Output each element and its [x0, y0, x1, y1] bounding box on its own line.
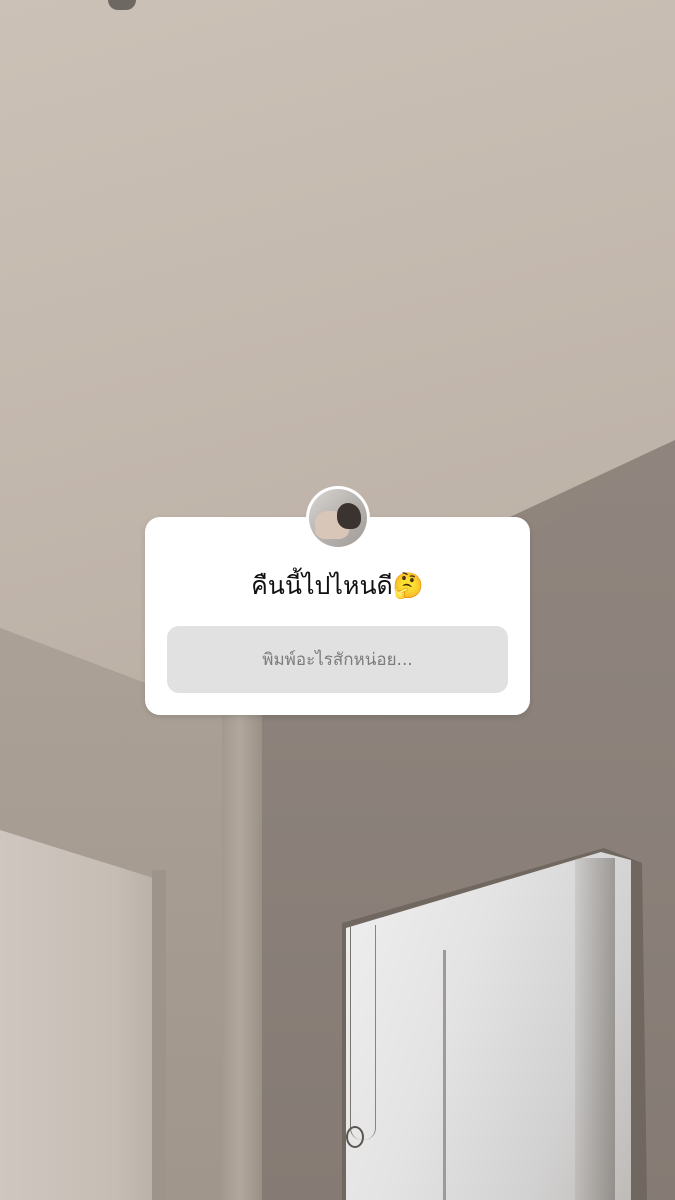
answer-input[interactable]: พิมพ์อะไรสักหน่อย...: [167, 626, 508, 693]
question-text: คืนนี้ไปไหนดี: [251, 571, 393, 600]
avatar: [306, 486, 370, 550]
question-title: คืนนี้ไปไหนดี🤔: [145, 568, 530, 604]
wall-pillar: [222, 705, 262, 1200]
mirror-shadow: [575, 858, 615, 1200]
wardrobe-edge: [152, 870, 166, 1200]
wardrobe: [0, 830, 165, 1200]
necklace-pendant: [346, 1126, 364, 1148]
answer-placeholder: พิมพ์อะไรสักหน่อย...: [262, 650, 413, 670]
hanging-necklace: [350, 925, 376, 1140]
mirror-reflection-line: [443, 950, 446, 1200]
avatar-photo: [309, 489, 367, 547]
thinking-face-icon: 🤔: [392, 571, 424, 600]
